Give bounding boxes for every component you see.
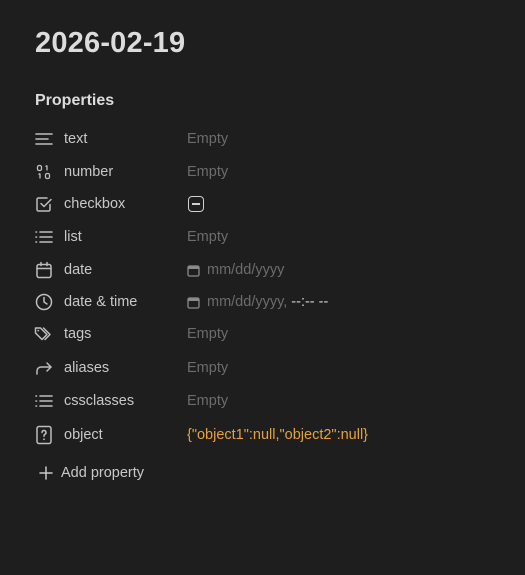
property-value-cssclasses[interactable]: Empty: [187, 386, 228, 416]
clock-icon: [33, 291, 55, 313]
property-value-aliases[interactable]: Empty: [187, 353, 228, 383]
property-key[interactable]: tags: [30, 319, 187, 349]
list-icon: [33, 226, 55, 248]
property-key[interactable]: date & time: [30, 287, 187, 317]
unknown-type-icon: [33, 424, 55, 446]
properties-heading[interactable]: Properties: [35, 92, 114, 110]
property-key[interactable]: object: [30, 420, 187, 450]
date-input[interactable]: mm/dd/yyyy: [207, 262, 284, 278]
checkbox-icon: [33, 193, 55, 215]
property-value-object[interactable]: {"object1":null,"object2":null}: [187, 420, 368, 450]
property-name: date: [64, 262, 93, 278]
property-row-text[interactable]: text Empty: [30, 124, 500, 154]
forward-arrow-icon: [33, 357, 55, 379]
property-key[interactable]: list: [30, 222, 187, 252]
tags-icon: [33, 323, 55, 345]
datetime-picker-icon[interactable]: [187, 295, 201, 309]
property-name: list: [64, 229, 82, 245]
note-title[interactable]: 2026-02-19: [35, 27, 185, 60]
property-key[interactable]: text: [30, 124, 187, 154]
property-row-checkbox[interactable]: checkbox: [30, 189, 500, 219]
property-value-tags[interactable]: Empty: [187, 319, 228, 349]
checkbox-toggle[interactable]: [188, 196, 204, 212]
property-row-tags[interactable]: tags Empty: [30, 319, 500, 349]
property-row-datetime[interactable]: date & time mm/dd/yyyy, --:-- --: [30, 287, 500, 317]
property-value-datetime[interactable]: mm/dd/yyyy, --:-- --: [187, 287, 328, 317]
text-lines-icon: [33, 128, 55, 150]
property-name: text: [64, 131, 88, 147]
add-property-label: Add property: [61, 465, 145, 481]
property-key[interactable]: date: [30, 255, 187, 285]
property-row-object[interactable]: object {"object1":null,"object2":null}: [30, 420, 500, 450]
add-property-button[interactable]: Add property: [38, 462, 144, 484]
property-name: cssclasses: [64, 393, 135, 409]
property-value-list[interactable]: Empty: [187, 222, 228, 252]
property-name: aliases: [64, 360, 110, 376]
property-row-list[interactable]: list Empty: [30, 222, 500, 252]
property-key[interactable]: cssclasses: [30, 386, 187, 416]
list-icon: [33, 390, 55, 412]
number-icon: [33, 161, 55, 183]
property-name: date & time: [64, 294, 138, 310]
date-picker-icon[interactable]: [187, 263, 201, 277]
property-name: number: [64, 164, 114, 180]
property-value-number[interactable]: Empty: [187, 157, 228, 187]
property-name: tags: [64, 326, 92, 342]
datetime-time-input[interactable]: --:-- --: [291, 294, 328, 310]
property-value-checkbox[interactable]: [187, 189, 204, 219]
property-row-date[interactable]: date mm/dd/yyyy: [30, 255, 500, 285]
property-row-number[interactable]: number Empty: [30, 157, 500, 187]
datetime-date-input[interactable]: mm/dd/yyyy,: [207, 294, 287, 310]
property-value-date[interactable]: mm/dd/yyyy: [187, 255, 284, 285]
property-key[interactable]: checkbox: [30, 189, 187, 219]
property-row-aliases[interactable]: aliases Empty: [30, 353, 500, 383]
property-name: checkbox: [64, 196, 126, 212]
property-value-text[interactable]: Empty: [187, 124, 228, 154]
property-name: object: [64, 427, 103, 443]
property-row-cssclasses[interactable]: cssclasses Empty: [30, 386, 500, 416]
plus-icon: [38, 465, 54, 481]
property-key[interactable]: aliases: [30, 353, 187, 383]
calendar-icon: [33, 259, 55, 281]
property-key[interactable]: number: [30, 157, 187, 187]
